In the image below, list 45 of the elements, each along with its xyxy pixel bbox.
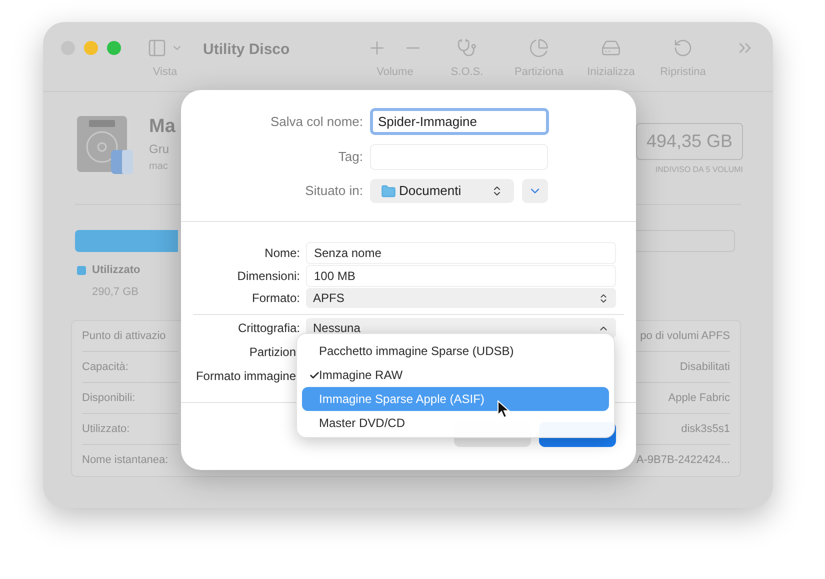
minimize-button[interactable] [84,41,98,55]
save-as-field[interactable]: Spider-Immagine [370,108,549,135]
check-icon [309,370,320,380]
menu-item[interactable]: Immagine RAW [302,363,609,387]
field-label: Crittografia: [236,320,300,337]
location-popup[interactable]: Documenti [370,179,514,203]
text-field[interactable]: Senza nome [306,242,616,264]
restore-icon[interactable] [673,38,693,58]
volume-subtitle: Gru [149,141,170,158]
info-value: Apple Fabric [668,390,730,406]
updown-icon [598,292,609,304]
format-popup[interactable]: APFS [306,288,616,308]
info-label: Utilizzato: [82,422,130,437]
info-label: Disponibili: [82,390,136,406]
capacity-box: 494,35 GB [636,123,743,160]
field-label: Formato: [250,290,300,307]
volume-name: Ma [149,115,176,139]
expand-button[interactable] [522,179,548,203]
stethoscope-icon[interactable] [457,38,477,58]
info-value: po di volumi APFS [640,328,730,344]
window-title: Utility Disco [203,40,290,60]
info-label: Capacità: [82,360,128,375]
legend-label: Utilizzato [92,263,140,278]
pie-chart-icon[interactable] [529,38,549,58]
text-field[interactable]: 100 MB [306,265,616,287]
field-label: Formato immagine [194,368,296,385]
drive-icon[interactable] [601,38,621,58]
menu-item[interactable]: Pacchetto immagine Sparse (UDSB) [302,339,609,363]
field-label: Tag: [337,148,363,166]
field-label: Dimensioni: [236,268,300,285]
folder-icon [381,184,396,198]
field-label: Salva col nome: [270,112,363,131]
field-label: Situato in: [304,182,363,200]
info-label: Punto di attivazio [82,328,166,344]
field-label: Nome: [264,245,300,262]
info-label: Nome istantanea: [82,453,168,468]
info-value: A-9B7B-2422424... [636,453,730,468]
info-value: disk3s5s1 [681,422,730,437]
zoom-button[interactable] [107,41,121,55]
updown-icon [491,185,503,197]
menu-item[interactable]: Master DVD/CD [302,411,609,435]
field-label: Partizion [248,344,296,361]
sidebar-icon[interactable] [147,38,167,58]
cursor-icon [497,400,510,419]
info-value: Disabilitati [680,360,730,375]
